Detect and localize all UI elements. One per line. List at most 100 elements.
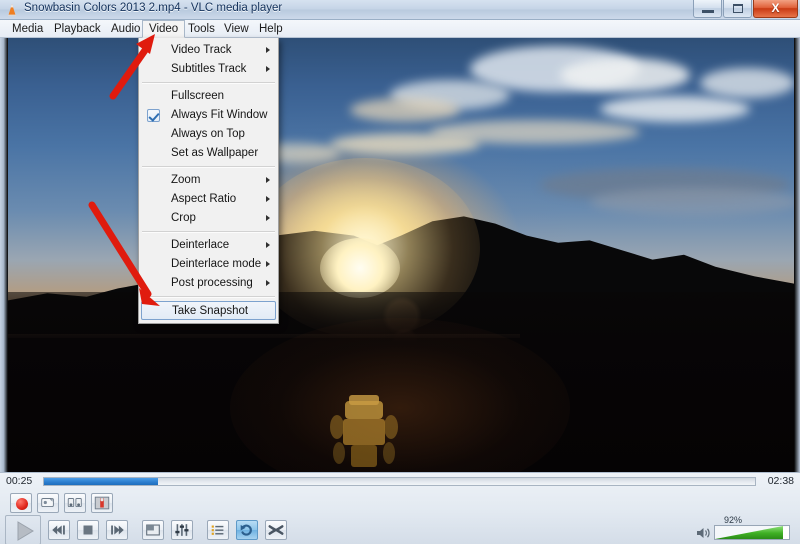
menu-item-label: Video Track bbox=[171, 44, 232, 56]
menu-view[interactable]: View bbox=[218, 21, 255, 37]
fullscreen-icon bbox=[146, 524, 160, 536]
menu-item-label: Aspect Ratio bbox=[171, 193, 237, 205]
play-button[interactable] bbox=[5, 515, 41, 544]
equalizer-icon bbox=[175, 524, 189, 536]
menu-help[interactable]: Help bbox=[253, 21, 289, 37]
menu-item-zoom[interactable]: Zoom bbox=[139, 171, 278, 190]
cloud bbox=[330, 133, 480, 155]
maximize-button[interactable] bbox=[723, 0, 752, 18]
submenu-chevron-icon bbox=[266, 215, 270, 221]
menu-item-deinterlace-mode[interactable]: Deinterlace mode bbox=[139, 255, 278, 274]
menu-bar: Media Playback Audio Video Tools View Help bbox=[0, 20, 800, 38]
menu-item-aspect-ratio[interactable]: Aspect Ratio bbox=[139, 190, 278, 209]
next-button[interactable] bbox=[106, 520, 128, 540]
menu-media[interactable]: Media bbox=[6, 21, 49, 37]
video-menu-dropdown: Video Track Subtitles Track Fullscreen Alwa… bbox=[138, 38, 279, 324]
shuffle-icon bbox=[268, 525, 284, 535]
submenu-chevron-icon bbox=[266, 177, 270, 183]
control-bar: 00:25 02:38 92% bbox=[0, 472, 800, 544]
loop-button[interactable] bbox=[236, 520, 258, 540]
menu-separator bbox=[142, 166, 275, 168]
stop-icon bbox=[83, 525, 93, 535]
stop-button[interactable] bbox=[77, 520, 99, 540]
record-button[interactable] bbox=[10, 493, 32, 513]
frame-by-frame-button[interactable] bbox=[37, 493, 59, 513]
check-icon bbox=[147, 109, 160, 122]
play-icon bbox=[17, 521, 34, 541]
menu-item-label: Deinterlace bbox=[171, 239, 230, 251]
cloud bbox=[350, 98, 460, 122]
menu-item-deinterlace[interactable]: Deinterlace bbox=[139, 236, 278, 255]
menu-item-always-fit-window[interactable]: Always Fit Window bbox=[139, 106, 278, 125]
playlist-button[interactable] bbox=[207, 520, 229, 540]
playback-controls bbox=[5, 515, 287, 544]
frame-icon bbox=[41, 498, 54, 508]
menu-separator bbox=[142, 231, 275, 233]
video-display[interactable] bbox=[0, 38, 800, 472]
menu-video[interactable]: Video bbox=[142, 20, 186, 38]
advanced-open-button[interactable] bbox=[91, 493, 113, 513]
next-icon bbox=[111, 525, 124, 535]
video-left-border bbox=[0, 38, 8, 472]
volume-percent-label: 92% bbox=[724, 515, 743, 525]
submenu-chevron-icon bbox=[266, 66, 270, 72]
minimize-button[interactable] bbox=[693, 0, 722, 18]
loop-icon bbox=[240, 524, 252, 536]
submenu-chevron-icon bbox=[266, 242, 270, 248]
menu-tools[interactable]: Tools bbox=[182, 21, 221, 37]
minimize-icon bbox=[702, 10, 714, 13]
mute-speaker-icon[interactable] bbox=[696, 526, 712, 540]
menu-item-subtitles-track[interactable]: Subtitles Track bbox=[139, 60, 278, 79]
window-title: Snowbasin Colors 2013 2.mp4 - VLC media … bbox=[24, 2, 283, 14]
video-right-border bbox=[794, 38, 800, 472]
window-controls: X bbox=[692, 0, 800, 19]
menu-item-video-track[interactable]: Video Track bbox=[139, 41, 278, 60]
submenu-chevron-icon bbox=[266, 280, 270, 286]
volume-slider[interactable] bbox=[714, 525, 790, 540]
menu-item-label: Crop bbox=[171, 212, 196, 224]
cloud bbox=[590, 188, 800, 216]
record-icon bbox=[16, 498, 28, 510]
submenu-chevron-icon bbox=[266, 261, 270, 267]
menu-item-label: Subtitles Track bbox=[171, 63, 247, 75]
cloud bbox=[600, 96, 750, 122]
ab-loop-icon bbox=[67, 498, 82, 508]
fullscreen-button[interactable] bbox=[142, 520, 164, 540]
menu-item-crop[interactable]: Crop bbox=[139, 209, 278, 228]
menu-item-label: Take Snapshot bbox=[172, 305, 249, 317]
previous-icon bbox=[52, 525, 65, 535]
menu-item-label: Set as Wallpaper bbox=[171, 147, 259, 159]
menu-item-label: Post processing bbox=[171, 277, 253, 289]
menu-item-post-processing[interactable]: Post processing bbox=[139, 274, 278, 293]
menu-item-label: Deinterlace mode bbox=[171, 258, 262, 270]
playlist-icon bbox=[211, 525, 224, 535]
submenu-chevron-icon bbox=[266, 196, 270, 202]
menu-item-always-on-top[interactable]: Always on Top bbox=[139, 125, 278, 144]
title-bar[interactable]: Snowbasin Colors 2013 2.mp4 - VLC media … bbox=[0, 0, 800, 20]
seek-progress bbox=[44, 478, 158, 485]
menu-item-fullscreen[interactable]: Fullscreen bbox=[139, 87, 278, 106]
menu-item-set-as-wallpaper[interactable]: Set as Wallpaper bbox=[139, 144, 278, 163]
seek-row: 00:25 02:38 bbox=[0, 473, 800, 489]
extended-settings-button[interactable] bbox=[171, 520, 193, 540]
volume-level bbox=[715, 526, 784, 539]
vehicle-silhouette bbox=[325, 393, 403, 472]
volume-control[interactable]: 92% bbox=[696, 515, 792, 541]
elapsed-time: 00:25 bbox=[6, 475, 33, 487]
advanced-controls bbox=[10, 493, 113, 513]
close-button[interactable]: X bbox=[753, 0, 798, 18]
menu-playback[interactable]: Playback bbox=[48, 21, 107, 37]
menu-audio[interactable]: Audio bbox=[105, 21, 146, 37]
menu-item-label: Always on Top bbox=[171, 128, 245, 140]
cloud bbox=[560, 58, 690, 92]
maximize-icon bbox=[733, 4, 743, 13]
menu-item-label: Fullscreen bbox=[171, 90, 225, 102]
shuffle-button[interactable] bbox=[265, 520, 287, 540]
previous-button[interactable] bbox=[48, 520, 70, 540]
menu-separator bbox=[142, 82, 275, 84]
vlc-window: Snowbasin Colors 2013 2.mp4 - VLC media … bbox=[0, 0, 800, 544]
advanced-open-icon bbox=[94, 496, 110, 510]
ab-loop-button[interactable] bbox=[64, 493, 86, 513]
menu-item-take-snapshot[interactable]: Take Snapshot bbox=[141, 301, 276, 320]
seek-slider[interactable] bbox=[43, 477, 756, 486]
